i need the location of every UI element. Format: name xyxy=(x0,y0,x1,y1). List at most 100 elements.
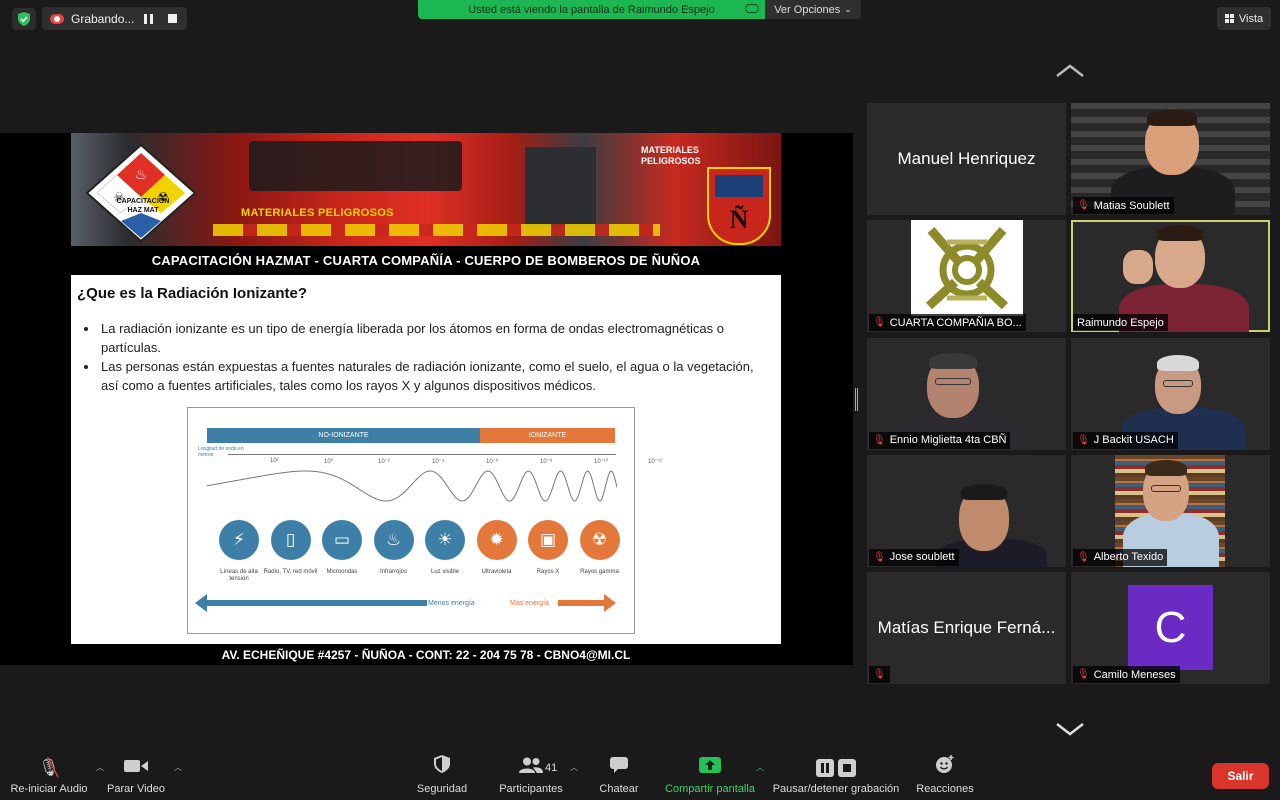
participant-name-label: 🎙︎ Ennio Miglietta 4ta CBÑ xyxy=(869,431,1011,449)
participants-caret-icon[interactable]: ︿ xyxy=(570,762,578,773)
participant-name-label: 🎙︎ Alberto Texido xyxy=(1073,548,1168,566)
wavelength-label: Longitud de onda en metros xyxy=(198,446,244,458)
audio-button-label: Re-iniciar Audio xyxy=(10,783,88,795)
panel-splitter-handle[interactable] xyxy=(855,388,858,411)
wavelength-tick: 10² xyxy=(270,458,279,464)
security-button-label: Seguridad xyxy=(416,783,468,795)
stop-recording-icon[interactable] xyxy=(168,14,177,23)
wave-graphic xyxy=(207,470,617,502)
wavelength-tick: 10⁻⁶ xyxy=(486,459,499,465)
muted-mic-icon: 🎙︎ xyxy=(1077,200,1090,211)
crest-logo: Ñ xyxy=(707,167,771,245)
bullet-item: La radiación ionizante es un tipo de ene… xyxy=(99,319,767,357)
chevron-up-icon[interactable] xyxy=(1055,64,1085,78)
truck-door xyxy=(525,147,597,227)
participants-button[interactable]: Participantes ︿ xyxy=(496,752,578,800)
video-caret-icon[interactable]: ︿ xyxy=(174,762,182,773)
wavelength-tick: 10⁻⁴ xyxy=(432,459,445,465)
tower-icon: ⚡ xyxy=(219,520,259,560)
participant-tile[interactable]: 🎙︎ Matias Soublett xyxy=(1071,103,1270,215)
truck-windshield xyxy=(248,141,462,191)
hazmat-diamond-icon: ♨ ☢ ☠ xyxy=(85,143,197,243)
truck-stripe xyxy=(213,224,661,236)
participants-icon xyxy=(518,757,544,777)
participants-button-label: Participantes xyxy=(499,783,563,795)
participant-tile[interactable]: 🎙︎ J Backit USACH xyxy=(1071,337,1270,450)
reactions-label: Reacciones xyxy=(916,783,974,795)
security-shield-icon[interactable] xyxy=(12,8,36,30)
participant-tile[interactable]: Manuel Henriquez xyxy=(867,103,1066,215)
wavelength-tick: 10⁻² xyxy=(378,459,390,465)
bulb-icon: ☀ xyxy=(425,520,465,560)
more-energy-arrow xyxy=(558,594,616,612)
participant-name-label: 🎙︎ Matias Soublett xyxy=(1073,197,1174,214)
pause-recording-icon[interactable] xyxy=(144,13,154,24)
participant-tile[interactable]: 🎙︎ CUARTA COMPAÑIA BO... xyxy=(867,220,1066,333)
chevron-down-icon[interactable] xyxy=(1055,722,1085,736)
participant-name: Jose soublett xyxy=(889,551,955,564)
meeting-toolbar: 🎙︎╲ Re-iniciar Audio ︿ Parar Video ︿ Seg… xyxy=(0,752,1280,800)
emoji-reaction-icon xyxy=(935,755,955,777)
share-screen-button[interactable]: Compartir pantalla ︿ xyxy=(662,752,764,800)
more-energy-label: Más energía xyxy=(510,600,549,607)
wavelength-axis xyxy=(228,454,616,455)
participant-tile[interactable]: 🎙︎ Jose soublett xyxy=(867,454,1066,567)
radiation-icon: ☢ xyxy=(579,520,620,560)
view-button[interactable]: Vista xyxy=(1217,7,1271,30)
reactions-button[interactable]: Reacciones xyxy=(914,752,976,800)
audio-button[interactable]: 🎙︎╲ Re-iniciar Audio ︿ xyxy=(8,752,104,800)
cloud-record-icon xyxy=(50,13,64,24)
source-label: Rayos X xyxy=(536,569,560,575)
source-label: Infrarrojos xyxy=(379,569,407,575)
security-button[interactable]: Seguridad xyxy=(412,752,472,800)
participant-name: CUARTA COMPAÑIA BO... xyxy=(889,316,1022,329)
leave-button[interactable]: Salir xyxy=(1212,763,1269,789)
participant-name: Matias Soublett xyxy=(1093,199,1170,212)
share-screen-label: Compartir pantalla xyxy=(665,783,755,795)
participant-name: Ennio Miglietta 4ta CBÑ xyxy=(889,434,1007,447)
recording-label: Grabando... xyxy=(71,11,135,26)
participant-tile[interactable]: 🎙︎ Ennio Miglietta 4ta CBÑ xyxy=(867,337,1066,450)
muted-mic-icon: 🎙︎ xyxy=(873,434,886,446)
participant-name-label: 🎙︎ CUARTA COMPAÑIA BO... xyxy=(869,314,1026,332)
svg-text:♨: ♨ xyxy=(135,166,148,182)
wave-line xyxy=(207,470,617,502)
phone-icon: ▯ xyxy=(270,520,311,560)
participant-tile[interactable]: Matías Enrique Ferná... 🎙︎ xyxy=(867,572,1066,685)
slide-body: ¿Que es la Radiación Ionizante? La radia… xyxy=(71,275,781,644)
audio-caret-icon[interactable]: ︿ xyxy=(96,762,104,773)
slide-header-band: CAPACITACIÓN HAZMAT - CUARTA COMPAÑÍA - … xyxy=(71,246,781,274)
source-label: Luz visible xyxy=(430,569,459,575)
recording-indicator: Grabando... xyxy=(42,7,187,30)
participant-tile[interactable]: C 🎙︎ Camilo Meneses xyxy=(1071,572,1270,685)
share-banner-text: Usted está viendo la pantalla de Raimund… xyxy=(468,3,715,16)
share-caret-icon[interactable]: ︿ xyxy=(756,762,764,773)
view-button-label: Vista xyxy=(1238,12,1264,25)
participant-name-label: 🎙︎ J Backit USACH xyxy=(1073,431,1178,449)
chat-bubble-icon xyxy=(610,757,628,777)
hazmat-label: CAPACITACIÓN HAZ MAT xyxy=(116,198,170,214)
video-button-label: Parar Video xyxy=(107,783,165,795)
participant-tile[interactable]: 🎙︎ Alberto Texido xyxy=(1071,454,1270,567)
wavelength-tick: 10⁻¹⁰ xyxy=(594,459,609,465)
pause-recording-label: Pausar/detener grabación xyxy=(772,783,900,795)
grid-icon xyxy=(1224,14,1234,23)
chat-button[interactable]: Chatear xyxy=(596,752,642,800)
source-label: Ultravioleta xyxy=(481,569,512,575)
participant-name-label: 🎙︎ Camilo Meneses xyxy=(1073,666,1180,684)
muted-mic-icon: 🎙︎ xyxy=(1077,434,1090,446)
participant-tile[interactable]: 🎙︎Raimundo Espejo xyxy=(1071,220,1270,333)
pause-recording-button[interactable]: Pausar/detener grabación xyxy=(770,752,902,800)
muted-mic-icon: 🎙︎╲ xyxy=(38,758,60,777)
crest-mountain xyxy=(715,175,763,197)
source-label: Rayos gamma xyxy=(580,569,619,575)
video-button[interactable]: Parar Video ︿ xyxy=(104,752,182,800)
participant-name-display: Matías Enrique Ferná... xyxy=(877,618,1056,638)
participant-name: Camilo Meneses xyxy=(1093,668,1176,681)
participant-name: Alberto Texido xyxy=(1093,551,1164,564)
share-screen-icon xyxy=(699,757,721,777)
muted-mic-icon: 🎙︎ xyxy=(873,317,886,329)
bullet-item: Las personas están expuestas a fuentes n… xyxy=(99,357,767,395)
view-options-button[interactable]: Ver Opciones ⌄ xyxy=(765,0,861,19)
share-banner: Usted está viendo la pantalla de Raimund… xyxy=(418,0,765,19)
